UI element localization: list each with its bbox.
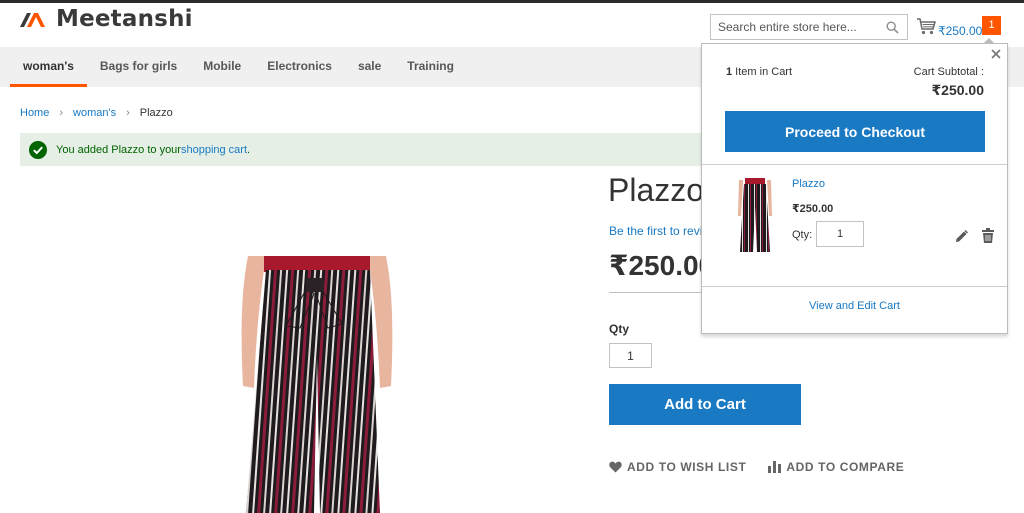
minicart-subtotal: ₹250.00 bbox=[931, 82, 984, 98]
compare-icon bbox=[768, 461, 782, 473]
breadcrumb: Home › woman's › Plazzo bbox=[20, 107, 173, 119]
breadcrumb-home[interactable]: Home bbox=[20, 107, 49, 119]
success-message-suffix: . bbox=[247, 143, 251, 156]
qty-label: Qty bbox=[609, 322, 630, 336]
success-message: You added Plazzo to your shopping cart . bbox=[20, 133, 710, 166]
heart-icon bbox=[609, 461, 622, 473]
minicart-item-count: 1 Item in Cart bbox=[726, 66, 792, 78]
minicart-divider bbox=[702, 164, 1007, 165]
price-divider bbox=[609, 292, 701, 293]
nav-item-training[interactable]: Training bbox=[394, 47, 467, 87]
breadcrumb-current: Plazzo bbox=[139, 107, 173, 119]
qty-input[interactable] bbox=[609, 343, 652, 368]
minicart-total: ₹250.00 bbox=[938, 24, 983, 38]
product-image[interactable] bbox=[234, 256, 398, 513]
nav-item-womans[interactable]: woman's bbox=[10, 47, 87, 87]
search-icon[interactable] bbox=[886, 21, 899, 34]
trash-icon[interactable] bbox=[982, 228, 994, 243]
compare-label: ADD TO COMPARE bbox=[786, 460, 905, 474]
success-message-text: You added Plazzo to your bbox=[56, 143, 181, 156]
minicart-item-name[interactable]: Plazzo bbox=[792, 178, 825, 190]
logo-text: Meetanshi bbox=[56, 6, 193, 32]
shopping-cart-link[interactable]: shopping cart bbox=[181, 144, 247, 156]
breadcrumb-separator-icon: › bbox=[126, 107, 130, 119]
top-border bbox=[0, 0, 1024, 3]
nav-item-mobile[interactable]: Mobile bbox=[190, 47, 254, 87]
breadcrumb-category[interactable]: woman's bbox=[73, 107, 116, 119]
product-title: Plazzo bbox=[608, 172, 705, 208]
view-and-edit-cart-link[interactable]: View and Edit Cart bbox=[702, 300, 1007, 312]
product-actions: ADD TO WISH LIST ADD TO COMPARE bbox=[609, 460, 926, 474]
add-to-cart-button[interactable]: Add to Cart bbox=[609, 384, 801, 425]
minicart-dropdown: 1 Item in Cart Cart Subtotal : ₹250.00 P… bbox=[701, 38, 1008, 334]
add-to-compare-link[interactable]: ADD TO COMPARE bbox=[768, 460, 904, 474]
minicart-count-text: Item in Cart bbox=[732, 66, 793, 78]
minicart-link[interactable]: ₹250.00 bbox=[917, 16, 982, 38]
close-icon[interactable] bbox=[989, 47, 1003, 61]
minicart-item-thumbnail[interactable] bbox=[735, 176, 775, 256]
nav-item-sale[interactable]: sale bbox=[345, 47, 394, 87]
minicart-qty-input[interactable] bbox=[816, 221, 864, 247]
product-price: ₹250.00 bbox=[609, 250, 715, 281]
proceed-to-checkout-button[interactable]: Proceed to Checkout bbox=[725, 111, 985, 152]
search-input[interactable] bbox=[711, 15, 881, 39]
minicart-subtotal-label: Cart Subtotal : bbox=[913, 66, 984, 78]
nav-item-bags-for-girls[interactable]: Bags for girls bbox=[87, 47, 190, 87]
minicart-item-price: ₹250.00 bbox=[792, 203, 834, 215]
add-to-wishlist-link[interactable]: ADD TO WISH LIST bbox=[609, 460, 746, 474]
site-logo[interactable]: Meetanshi bbox=[20, 6, 193, 32]
wishlist-label: ADD TO WISH LIST bbox=[627, 460, 747, 474]
breadcrumb-separator-icon: › bbox=[59, 107, 64, 119]
nav-item-electronics[interactable]: Electronics bbox=[254, 47, 345, 87]
minicart-divider bbox=[702, 286, 1007, 287]
cart-icon bbox=[917, 18, 936, 35]
check-icon bbox=[29, 140, 47, 159]
pencil-icon[interactable] bbox=[955, 230, 968, 243]
minicart-qty-label: Qty: bbox=[792, 229, 813, 241]
logo-mark-icon bbox=[20, 13, 45, 27]
search-box bbox=[710, 14, 908, 40]
